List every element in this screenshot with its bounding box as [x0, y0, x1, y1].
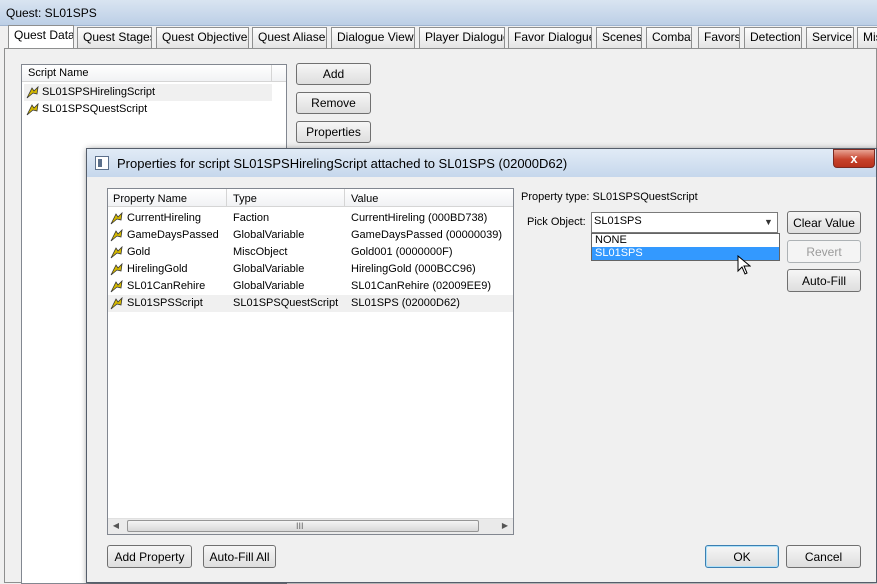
- property-icon: [110, 246, 123, 259]
- cancel-button[interactable]: Cancel: [786, 545, 861, 568]
- property-type: GlobalVariable: [233, 280, 305, 292]
- clear-value-button[interactable]: Clear Value: [787, 211, 861, 234]
- tab-quest-data[interactable]: Quest Data: [8, 25, 74, 49]
- property-name: Gold: [127, 246, 151, 258]
- tab-quest-aliases[interactable]: Quest Aliases: [252, 27, 327, 48]
- property-name: CurrentHireling: [127, 212, 201, 224]
- table-row[interactable]: GameDaysPassed GlobalVariable GameDaysPa…: [108, 227, 513, 244]
- property-icon: [110, 263, 123, 276]
- table-row[interactable]: SL01SPSScript SL01SPSQuestScript SL01SPS…: [108, 295, 513, 312]
- pick-object-label: Pick Object:: [527, 216, 586, 228]
- tab-service[interactable]: Service: [806, 27, 854, 48]
- property-type: SL01SPSQuestScript: [233, 297, 339, 309]
- property-value: GameDaysPassed (00000039): [351, 229, 503, 241]
- dialog-title: Properties for script SL01SPSHirelingScr…: [117, 156, 568, 171]
- column-header-property-name[interactable]: Property Name: [113, 193, 187, 205]
- tab-combat[interactable]: Combat: [646, 27, 692, 48]
- script-name: SL01SPSQuestScript: [42, 103, 148, 115]
- scroll-right-arrow-icon[interactable]: ▶: [499, 520, 511, 532]
- scrollbar-grip: III: [296, 521, 304, 531]
- chevron-down-icon[interactable]: ▼: [760, 213, 777, 232]
- property-name: SL01CanRehire: [127, 280, 206, 292]
- table-row[interactable]: SL01CanRehire GlobalVariable SL01CanRehi…: [108, 278, 513, 295]
- property-type: MiscObject: [233, 246, 288, 258]
- tab-quest-stages[interactable]: Quest Stages: [77, 27, 152, 48]
- property-value: HirelingGold (000BCC96): [351, 263, 476, 275]
- property-type: GlobalVariable: [233, 229, 305, 241]
- revert-button[interactable]: Revert: [787, 240, 861, 263]
- dialog-close-button[interactable]: x: [833, 149, 875, 168]
- property-name: SL01SPSScript: [127, 297, 203, 309]
- add-property-button[interactable]: Add Property: [107, 545, 192, 568]
- script-icon: [26, 103, 39, 116]
- quest-window-title: Quest: SL01SPS: [6, 6, 97, 20]
- property-type-label: Property type: SL01SPSQuestScript: [521, 191, 698, 203]
- property-type: Faction: [233, 212, 270, 224]
- column-header-value[interactable]: Value: [351, 193, 378, 205]
- auto-fill-all-button[interactable]: Auto-Fill All: [203, 545, 276, 568]
- property-name: HirelingGold: [127, 263, 188, 275]
- property-value: SL01SPS (02000D62): [351, 297, 460, 309]
- script-icon: [26, 86, 39, 99]
- scroll-left-arrow-icon[interactable]: ◀: [110, 520, 122, 532]
- ok-button[interactable]: OK: [705, 545, 779, 568]
- dropdown-option-none[interactable]: NONE: [592, 234, 779, 247]
- property-icon: [110, 297, 123, 310]
- column-separator: [226, 189, 227, 207]
- tab-player-dialogue[interactable]: Player Dialogue: [419, 27, 505, 48]
- table-row[interactable]: Gold MiscObject Gold001 (0000000F): [108, 244, 513, 261]
- script-name: SL01SPSHirelingScript: [42, 86, 156, 98]
- tab-quest-objectives[interactable]: Quest Objectives: [156, 27, 249, 48]
- property-type: GlobalVariable: [233, 263, 305, 275]
- auto-fill-button[interactable]: Auto-Fill: [787, 269, 861, 292]
- add-script-button[interactable]: Add: [296, 63, 371, 85]
- column-separator: [344, 189, 345, 207]
- tab-dialogue-views[interactable]: Dialogue Views: [331, 27, 415, 48]
- property-icon: [110, 229, 123, 242]
- property-name: GameDaysPassed: [127, 229, 219, 241]
- remove-script-button[interactable]: Remove: [296, 92, 371, 114]
- script-row[interactable]: SL01SPSHirelingScript: [24, 84, 272, 101]
- table-row[interactable]: CurrentHireling Faction CurrentHireling …: [108, 210, 513, 227]
- dialog-window-icon: [95, 156, 109, 170]
- property-value: CurrentHireling (000BD738): [351, 212, 488, 224]
- tab-scenes[interactable]: Scenes: [596, 27, 642, 48]
- script-name-column-header[interactable]: Script Name: [28, 67, 89, 79]
- mouse-pointer-icon: [737, 255, 751, 275]
- properties-button[interactable]: Properties: [296, 121, 371, 143]
- property-value: Gold001 (0000000F): [351, 246, 453, 258]
- tab-favor-dialogue[interactable]: Favor Dialogue: [508, 27, 592, 48]
- pick-object-selected-value: SL01SPS: [594, 215, 642, 227]
- table-row[interactable]: HirelingGold GlobalVariable HirelingGold…: [108, 261, 513, 278]
- column-separator: [271, 65, 272, 82]
- tab-favors[interactable]: Favors: [698, 27, 740, 48]
- tab-detection[interactable]: Detection: [744, 27, 802, 48]
- quest-window-titlebar[interactable]: [0, 0, 877, 26]
- property-icon: [110, 280, 123, 293]
- property-value: SL01CanRehire (02009EE9): [351, 280, 492, 292]
- column-header-type[interactable]: Type: [233, 193, 257, 205]
- tab-misc[interactable]: Mis: [857, 27, 877, 48]
- property-icon: [110, 212, 123, 225]
